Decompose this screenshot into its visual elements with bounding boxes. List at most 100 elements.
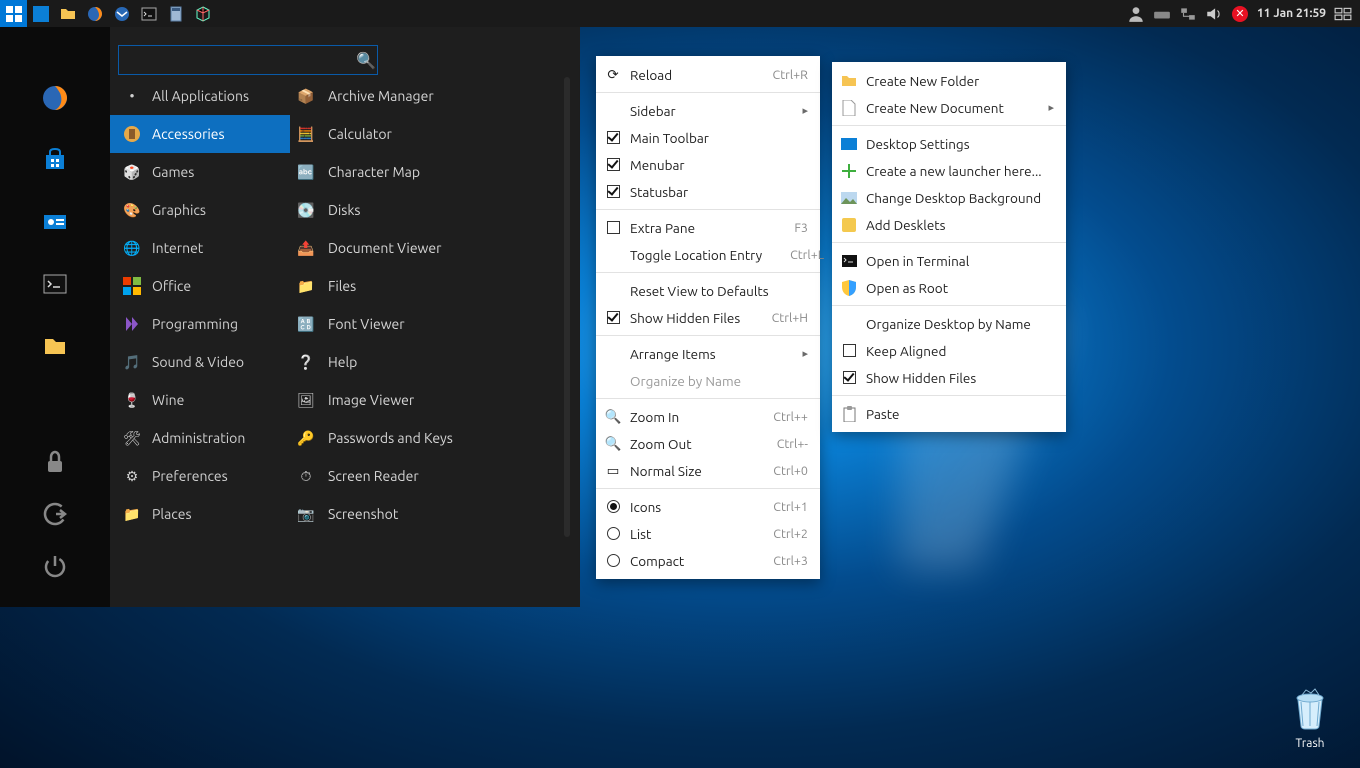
app-screenshot[interactable]: 📷Screenshot bbox=[290, 495, 560, 533]
menu-statusbar[interactable]: Statusbar bbox=[596, 178, 820, 205]
menu-new-document[interactable]: Create New Document▸ bbox=[832, 94, 1066, 121]
menu-zoom-out[interactable]: 🔍Zoom OutCtrl+- bbox=[596, 430, 820, 457]
taskbar-thunderbird-button[interactable] bbox=[108, 0, 135, 27]
start-button[interactable] bbox=[0, 0, 27, 27]
app-archive-manager[interactable]: 📦Archive Manager bbox=[290, 77, 560, 115]
menu-toggle-location[interactable]: Toggle Location EntryCtrl+L bbox=[596, 241, 820, 268]
menu-new-launcher[interactable]: Create a new launcher here... bbox=[832, 157, 1066, 184]
app-label: Screenshot bbox=[328, 506, 398, 522]
menu-arrange[interactable]: Arrange Items▸ bbox=[596, 340, 820, 367]
launch-store[interactable] bbox=[38, 143, 72, 177]
system-tray: ✕ 11 Jan 21:59 bbox=[1127, 5, 1360, 23]
launch-files[interactable] bbox=[38, 329, 72, 363]
category-sound-video[interactable]: 🎵Sound & Video bbox=[110, 343, 290, 381]
checkbox-checked-icon bbox=[607, 185, 620, 198]
checkbox-checked-icon bbox=[607, 131, 620, 144]
app-files[interactable]: 📁Files bbox=[290, 267, 560, 305]
category-internet[interactable]: 🌐Internet bbox=[110, 229, 290, 267]
category-label: Preferences bbox=[152, 468, 228, 484]
menu-list-view[interactable]: ListCtrl+2 bbox=[596, 520, 820, 547]
menu-desk-show-hidden[interactable]: Show Hidden Files bbox=[832, 364, 1066, 391]
menu-keep-aligned[interactable]: Keep Aligned bbox=[832, 337, 1066, 364]
app-icon: 📦 bbox=[296, 86, 316, 106]
category-accessories[interactable]: Accessories bbox=[110, 115, 290, 153]
app-label: Document Viewer bbox=[328, 240, 441, 256]
tray-close-button[interactable]: ✕ bbox=[1231, 5, 1249, 23]
taskbar-terminal-button[interactable] bbox=[135, 0, 162, 27]
category-wine[interactable]: 🍷Wine bbox=[110, 381, 290, 419]
tray-workspaces-icon[interactable] bbox=[1334, 5, 1352, 23]
launch-settings[interactable] bbox=[38, 205, 72, 239]
taskbar-desktop-button[interactable] bbox=[27, 0, 54, 27]
menu-normal-size[interactable]: ▭Normal SizeCtrl+0 bbox=[596, 457, 820, 484]
logout-button[interactable] bbox=[38, 497, 72, 531]
app-icon: 🔤 bbox=[296, 162, 316, 182]
menu-organize-desktop[interactable]: Organize Desktop by Name bbox=[832, 310, 1066, 337]
app-icon: 📁 bbox=[296, 276, 316, 296]
tray-user-icon[interactable] bbox=[1127, 5, 1145, 23]
tray-drive-icon[interactable] bbox=[1153, 5, 1171, 23]
category-places[interactable]: 📁Places bbox=[110, 495, 290, 533]
app-font-viewer[interactable]: 🔠Font Viewer bbox=[290, 305, 560, 343]
trash-desktop-icon[interactable]: Trash bbox=[1288, 686, 1332, 750]
app-image-viewer[interactable]: 🖼Image Viewer bbox=[290, 381, 560, 419]
menu-reset-defaults[interactable]: Reset View to Defaults bbox=[596, 277, 820, 304]
category-icon: 🎲 bbox=[122, 162, 142, 182]
category-administration[interactable]: 🛠Administration bbox=[110, 419, 290, 457]
menu-open-root[interactable]: Open as Root bbox=[832, 274, 1066, 301]
menu-show-hidden[interactable]: Show Hidden FilesCtrl+H bbox=[596, 304, 820, 331]
tray-clock[interactable]: 11 Jan 21:59 bbox=[1257, 7, 1326, 20]
menu-zoom-in[interactable]: 🔍Zoom InCtrl++ bbox=[596, 403, 820, 430]
folder-icon bbox=[42, 333, 68, 359]
app-icon: 💽 bbox=[296, 200, 316, 220]
app-screen-reader[interactable]: ⏱Screen Reader bbox=[290, 457, 560, 495]
chevron-right-icon: ▸ bbox=[1048, 101, 1054, 114]
taskbar-cube-button[interactable] bbox=[189, 0, 216, 27]
taskbar-calculator-button[interactable] bbox=[162, 0, 189, 27]
category-icon: ⚙ bbox=[122, 466, 142, 486]
category-games[interactable]: 🎲Games bbox=[110, 153, 290, 191]
menu-compact-view[interactable]: CompactCtrl+3 bbox=[596, 547, 820, 574]
launch-terminal[interactable] bbox=[38, 267, 72, 301]
menu-open-terminal[interactable]: Open in Terminal bbox=[832, 247, 1066, 274]
windows-icon bbox=[6, 6, 22, 22]
menu-desktop-settings[interactable]: Desktop Settings bbox=[832, 130, 1066, 157]
category-label: Programming bbox=[152, 316, 238, 332]
app-calculator[interactable]: 🧮Calculator bbox=[290, 115, 560, 153]
taskbar-firefox-button[interactable] bbox=[81, 0, 108, 27]
start-menu: 🔍 •All ApplicationsAccessories🎲Games🎨Gra… bbox=[110, 27, 580, 607]
category-all-applications[interactable]: •All Applications bbox=[110, 77, 290, 115]
category-icon: 🎨 bbox=[122, 200, 142, 220]
menu-change-background[interactable]: Change Desktop Background bbox=[832, 184, 1066, 211]
app-passwords-and-keys[interactable]: 🔑Passwords and Keys bbox=[290, 419, 560, 457]
app-document-viewer[interactable]: 📤Document Viewer bbox=[290, 229, 560, 267]
category-graphics[interactable]: 🎨Graphics bbox=[110, 191, 290, 229]
scrollbar[interactable] bbox=[564, 77, 570, 537]
app-disks[interactable]: 💽 Disks bbox=[290, 191, 560, 229]
tray-volume-icon[interactable] bbox=[1205, 5, 1223, 23]
launch-firefox[interactable] bbox=[38, 81, 72, 115]
tray-network-icon[interactable] bbox=[1179, 5, 1197, 23]
menu-menubar[interactable]: Menubar bbox=[596, 151, 820, 178]
taskbar-files-button[interactable] bbox=[54, 0, 81, 27]
app-label: Disks bbox=[328, 202, 361, 218]
menu-new-folder[interactable]: Create New Folder bbox=[832, 67, 1066, 94]
app-help[interactable]: ❔Help bbox=[290, 343, 560, 381]
terminal-icon bbox=[840, 252, 858, 270]
menu-paste[interactable]: Paste bbox=[832, 400, 1066, 427]
power-button[interactable] bbox=[38, 549, 72, 583]
menu-sidebar[interactable]: Sidebar▸ bbox=[596, 97, 820, 124]
category-programming[interactable]: Programming bbox=[110, 305, 290, 343]
menu-main-toolbar[interactable]: Main Toolbar bbox=[596, 124, 820, 151]
app-character-map[interactable]: 🔤Character Map bbox=[290, 153, 560, 191]
category-preferences[interactable]: ⚙ Preferences bbox=[110, 457, 290, 495]
power-icon bbox=[42, 553, 68, 579]
category-icon: 🌐 bbox=[122, 238, 142, 258]
menu-add-desklets[interactable]: Add Desklets bbox=[832, 211, 1066, 238]
category-office[interactable]: Office bbox=[110, 267, 290, 305]
menu-extra-pane[interactable]: Extra PaneF3 bbox=[596, 214, 820, 241]
menu-reload[interactable]: ⟳ReloadCtrl+R bbox=[596, 61, 820, 88]
lock-button[interactable] bbox=[38, 445, 72, 479]
menu-icons-view[interactable]: IconsCtrl+1 bbox=[596, 493, 820, 520]
app-icon: 🧮 bbox=[296, 124, 316, 144]
